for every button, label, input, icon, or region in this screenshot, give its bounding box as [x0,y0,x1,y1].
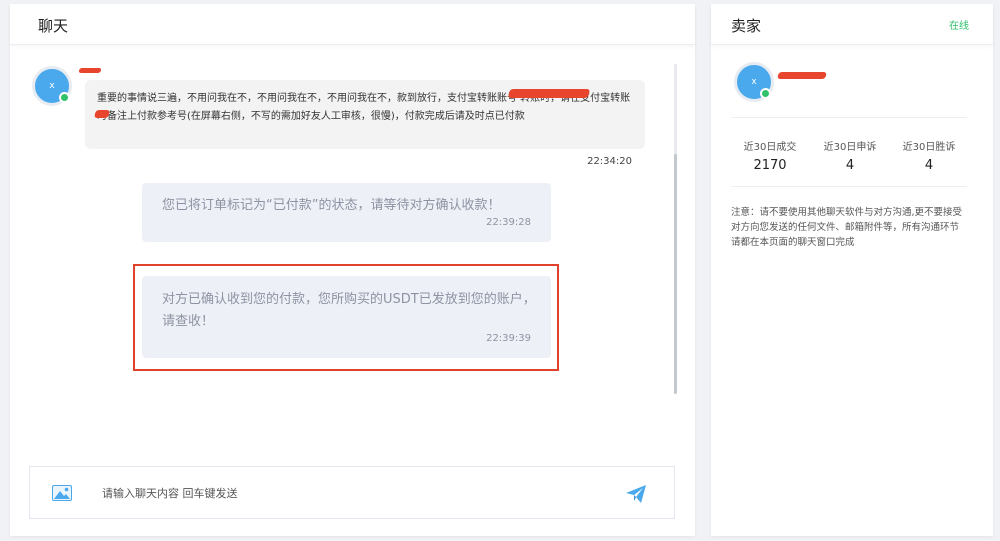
redacted-seller-name [777,72,827,79]
chat-title: 聊天 [38,17,69,35]
message-input[interactable]: 请输入聊天内容 回车键发送 [102,485,238,501]
redacted-username [78,68,102,73]
seller-panel: 卖家 在线 x 近30日成交 2170 近30日申诉 4 近30日胜诉 4 注意… [711,4,993,536]
peer-avatar-letter: x [49,81,55,91]
image-icon[interactable] [52,485,72,501]
divider [731,117,967,118]
seller-header: 卖家 在线 [711,4,993,45]
peer-message-bubble: 重要的事情说三遍，不用问我在不，不用问我在不，不用问我在不，款到放行，支付宝转账… [85,80,645,149]
stat-value: 4 [845,158,855,173]
divider [731,186,967,187]
seller-avatar-letter: x [751,77,757,87]
redacted-account [507,89,591,98]
system-message-time: 22:39:28 [486,217,531,228]
chat-panel: 聊天 x 重要的事情说三遍，不用问我在不，不用问我在不，不用问我在不，款到放行，… [10,4,695,536]
seller-online-status: 在线 [949,21,969,32]
system-message-text: 您已将订单标记为“已付款”的状态，请等待对方确认收款！ [162,198,501,213]
peer-message-time: 22:34:20 [587,156,632,167]
stat-value: 4 [924,158,934,173]
scrollbar-thumb[interactable] [674,154,677,394]
stat-label: 近30日胜诉 [902,142,956,153]
chat-header: 聊天 [10,4,695,45]
seller-online-dot [760,88,771,99]
system-message-time: 22:39:39 [486,333,531,344]
stat-wins: 近30日胜诉 4 [889,138,969,173]
peer-online-dot [59,92,70,103]
safety-notice: 注意：请不要使用其他聊天软件与对方沟通,更不要接受 对方向您发送的任何文件、邮箱… [731,207,963,248]
system-message: 对方已确认收到您的付款，您所购买的USDT已发放到您的账户，请查收！ 22:39… [142,276,551,358]
system-message: 您已将订单标记为“已付款”的状态，请等待对方确认收款！ 22:39:28 [142,183,551,242]
redacted-account-tail [94,110,110,118]
stat-value: 2170 [753,158,787,173]
system-message-text: 对方已确认收到您的付款，您所购买的USDT已发放到您的账户，请查收！ [162,292,536,329]
stat-appeals: 近30日申诉 4 [810,138,890,173]
seller-title: 卖家 [731,17,762,35]
message-input-box[interactable]: 请输入聊天内容 回车键发送 [29,466,675,519]
send-icon[interactable] [624,482,648,506]
stat-trades: 近30日成交 2170 [730,138,810,173]
stat-label: 近30日申诉 [823,142,877,153]
stat-label: 近30日成交 [743,142,797,153]
chat-message-list[interactable]: x 重要的事情说三遍，不用问我在不，不用问我在不，不用问我在不，款到放行，支付宝… [10,46,695,460]
